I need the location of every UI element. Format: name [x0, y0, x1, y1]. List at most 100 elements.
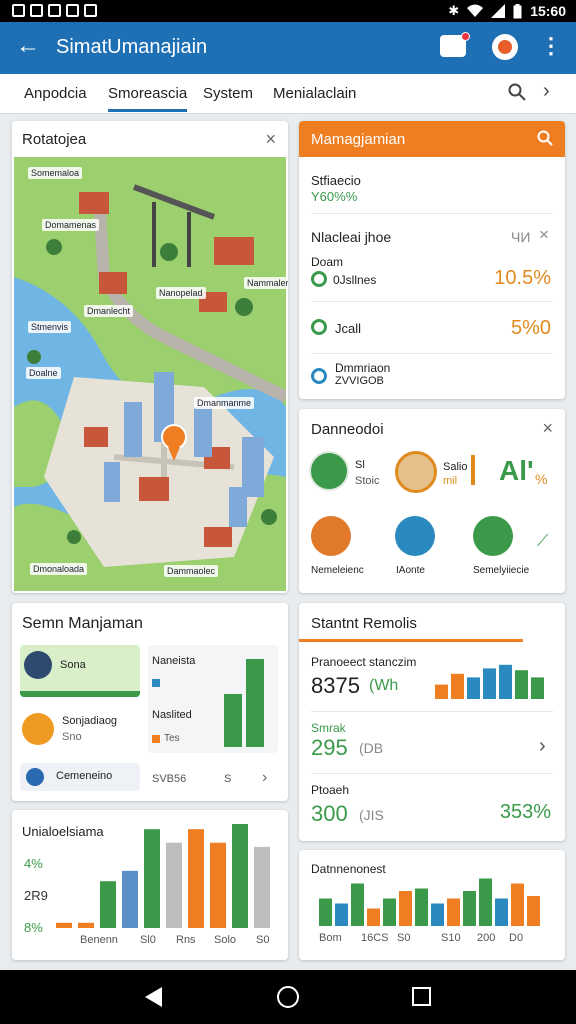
tab-system[interactable]: System [203, 85, 253, 102]
info-ring-icon [311, 368, 327, 384]
bar-chart [319, 878, 540, 926]
chart-bar [166, 842, 182, 928]
battery-icon [513, 3, 522, 18]
legend-sub: Tes [164, 733, 180, 744]
row-value: 5%0 [510, 317, 551, 339]
app-icon [26, 768, 44, 786]
app-icon [48, 4, 61, 17]
map-label: Dmanmanme [194, 397, 255, 409]
row-chevron-icon[interactable]: › [539, 735, 546, 758]
divider [311, 213, 553, 214]
x-label: Sl0 [140, 934, 156, 946]
stats-right-value: 353% [499, 801, 551, 823]
grid-icon [30, 4, 43, 17]
row-sub: 0Jsllnes [333, 273, 377, 287]
stat-label: Stfiaecio [311, 173, 361, 188]
profile-avatar-button[interactable] [492, 34, 518, 60]
tab-smoreascia[interactable]: Smoreascia [108, 85, 188, 112]
tabs-next-chevron-icon[interactable]: › [543, 80, 550, 103]
section-label: Nlacleai jhoe [311, 229, 392, 245]
chart-bar [483, 668, 496, 699]
stats-value: 295 [311, 735, 348, 760]
chart-bar [447, 898, 460, 926]
city-map[interactable]: Somemaloa Domamenas Nanopelad Nammaler D… [14, 157, 288, 591]
title-underline [299, 639, 523, 642]
bluetooth-icon: ✱ [448, 3, 460, 18]
map-label: Dmanlecht [84, 305, 134, 317]
map-label: Domamenas [42, 219, 100, 231]
chart-title: Datnnenonest [311, 862, 386, 876]
image-icon [12, 4, 25, 17]
x-label: S0 [256, 934, 270, 946]
chart-card-right: Datnnenonest Bom 16CS S0 S10 200 D0 [299, 850, 565, 960]
dashboard-card: Danneodoi × Sl Stoic Salio mil Al' % Nem… [299, 409, 565, 593]
search-icon[interactable] [537, 130, 553, 146]
trend-arrow-icon: ⟋ [537, 533, 549, 550]
sem-mini-chart: Naneista Naslited Tes [148, 645, 278, 753]
row-label: Jcall [335, 321, 362, 336]
overflow-menu-icon[interactable]: ⋮ [540, 32, 562, 60]
chart-bar [463, 891, 476, 926]
category-icon[interactable] [473, 516, 513, 556]
legend-swatch [152, 735, 160, 743]
chart-bar [383, 898, 396, 926]
chart-bar [319, 898, 332, 926]
chart-bar [451, 673, 464, 699]
map-label: Nammaler [244, 277, 288, 289]
sem-item-footer[interactable]: Cemeneino [20, 763, 140, 791]
chart-bar [495, 898, 508, 926]
progress-bar [20, 691, 140, 697]
chart-bar [499, 664, 512, 699]
stats-suffix: (Wh [369, 677, 399, 694]
map-label: Nanopelad [156, 287, 206, 299]
map-label: Somemaloa [28, 167, 83, 179]
category-icon[interactable] [395, 516, 435, 556]
park-icon[interactable] [309, 451, 349, 491]
tab-menialaclain[interactable]: Menialaclain [273, 85, 356, 102]
chart-bar [78, 922, 94, 928]
indicator-bar [471, 455, 475, 485]
back-arrow-icon[interactable]: ← [16, 34, 40, 58]
y-label: 2R9 [24, 888, 48, 903]
section-close-icon[interactable]: × [539, 225, 549, 245]
stats-value: 300 [311, 801, 348, 826]
footer-chevron-icon[interactable]: › [262, 769, 267, 787]
nav-recents-icon[interactable] [412, 987, 431, 1006]
stats-label: Smrak [311, 721, 346, 735]
legend-label: Naneista [152, 655, 196, 667]
x-label: Solo [214, 934, 237, 946]
notifications-button[interactable] [440, 32, 470, 57]
notification-icons [12, 4, 97, 17]
chart-bar [431, 903, 444, 926]
big-value-suffix: % [535, 471, 548, 487]
x-label: S10 [441, 932, 461, 944]
map-label: Doalne [26, 367, 61, 379]
sem-item-primary[interactable]: Sona [20, 645, 140, 697]
item-label: Salio [443, 461, 468, 473]
stats-card: Stantnt Remolis Pranoeect stanczim 8375 … [299, 603, 565, 841]
chart-bar [367, 908, 380, 926]
row-value: 10.5% [494, 267, 551, 289]
nav-home-icon[interactable] [277, 986, 299, 1008]
stats-value: 8375 [311, 673, 360, 698]
chart-bar [515, 670, 528, 699]
category-label: Nemeleienc [311, 565, 364, 576]
y-label: 4% [24, 856, 43, 871]
badge-icon [22, 713, 54, 745]
map-label: Dmonaloada [30, 563, 88, 575]
building-icon[interactable] [395, 451, 437, 493]
sem-item-sub: Sno [62, 731, 82, 743]
search-icon[interactable] [508, 83, 526, 101]
chart-bar [415, 888, 428, 926]
dashboard-close-icon[interactable]: × [542, 418, 553, 439]
sem-item-label: Sonjadiaog [62, 715, 118, 727]
category-icon[interactable] [311, 516, 351, 556]
footer-value: SVB56 [152, 773, 187, 785]
stat-value: Y60%% [311, 189, 358, 204]
tab-anpodcia[interactable]: Anpodcia [24, 85, 87, 102]
big-value: Al' [499, 455, 534, 486]
sem-item-label: Sona [60, 659, 86, 671]
wifi-icon [467, 4, 484, 17]
map-card-close-icon[interactable]: × [265, 129, 276, 150]
nav-back-icon[interactable] [145, 987, 162, 1007]
